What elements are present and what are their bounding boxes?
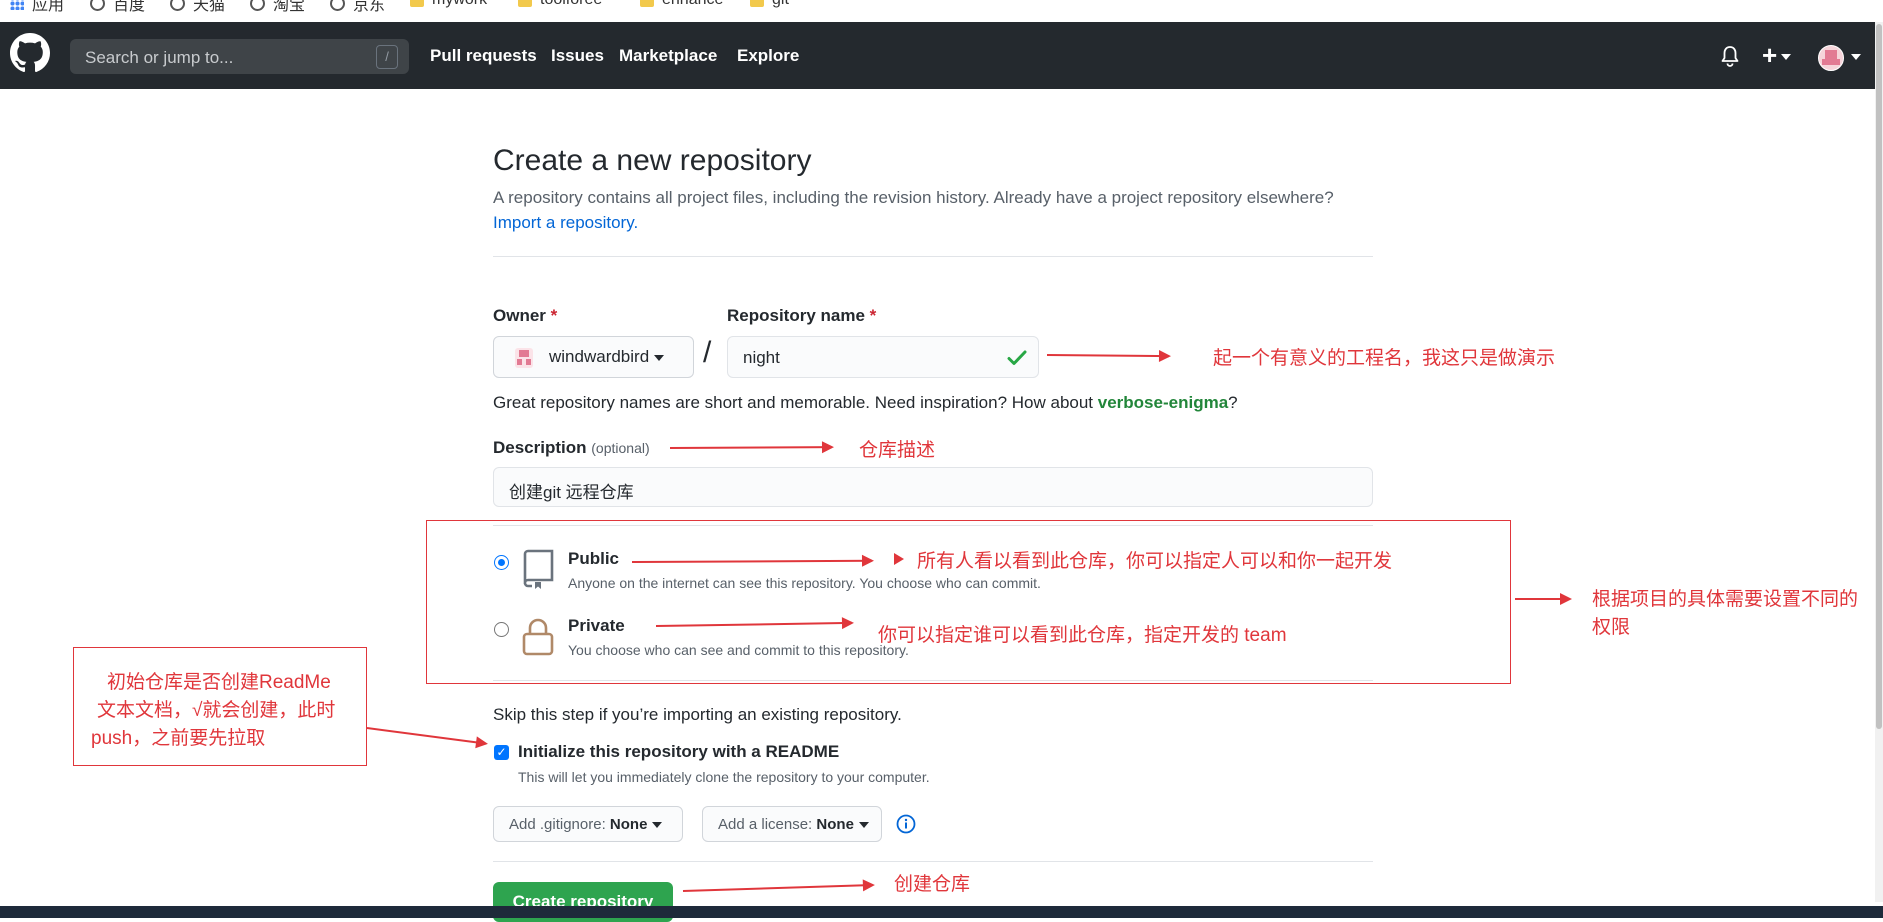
info-icon[interactable] bbox=[896, 814, 916, 834]
annotation-visibility-line1: 根据项目的具体需要设置不同的 bbox=[1592, 589, 1859, 610]
taskbar bbox=[0, 906, 1883, 918]
owner-label: Owner * bbox=[493, 306, 558, 325]
nav-explore[interactable]: Explore bbox=[737, 46, 799, 66]
chevron-down-icon bbox=[858, 822, 869, 829]
folder-icon bbox=[410, 0, 424, 7]
annotation-bullet-icon bbox=[894, 553, 904, 565]
description-label: Description (optional) bbox=[493, 438, 650, 457]
avatar[interactable] bbox=[1818, 45, 1844, 71]
page-title: Create a new repository bbox=[493, 144, 812, 177]
suggested-name-link[interactable]: verbose-enigma bbox=[1098, 393, 1228, 412]
globe-icon bbox=[170, 0, 185, 11]
annotation-create: 创建仓库 bbox=[894, 874, 971, 895]
divider bbox=[493, 256, 1373, 257]
bookmark-enhance[interactable]: enhance bbox=[640, 0, 723, 9]
scrollbar-thumb[interactable] bbox=[1876, 24, 1882, 729]
owner-select[interactable]: windwardbird bbox=[493, 336, 694, 378]
divider bbox=[493, 861, 1373, 862]
nav-marketplace[interactable]: Marketplace bbox=[619, 46, 717, 66]
annotation-visibility-line2: 权限 bbox=[1592, 617, 1631, 638]
bookmark-apps[interactable]: 应用 bbox=[10, 0, 64, 15]
nav-issues[interactable]: Issues bbox=[551, 46, 604, 66]
bookmark-tmall[interactable]: 天猫 bbox=[170, 0, 225, 15]
bookmark-jd[interactable]: 京东 bbox=[330, 0, 385, 15]
folder-icon bbox=[518, 0, 532, 7]
bell-icon[interactable] bbox=[1720, 45, 1740, 67]
annotation-readme-line2: 文本文档，√就会创建，此时 bbox=[97, 700, 336, 721]
plus-icon: + bbox=[1762, 40, 1778, 70]
folder-icon bbox=[750, 0, 764, 7]
readme-checkbox[interactable]: ✓ bbox=[494, 745, 509, 760]
repository-name-value: night bbox=[743, 348, 780, 367]
search-shortcut-badge: / bbox=[376, 45, 398, 69]
github-logo-icon[interactable] bbox=[10, 33, 50, 73]
annotation-arrow bbox=[682, 884, 873, 892]
repo-name-hint: Great repository names are short and mem… bbox=[493, 393, 1238, 412]
nav-pull-requests[interactable]: Pull requests bbox=[430, 46, 537, 66]
gitignore-select[interactable]: Add .gitignore: None bbox=[493, 806, 683, 842]
description-value: 创建git 远程仓库 bbox=[509, 483, 634, 502]
annotation-arrow bbox=[366, 727, 487, 745]
owner-value: windwardbird bbox=[549, 347, 665, 367]
bookmark-taobao[interactable]: 淘宝 bbox=[250, 0, 305, 15]
search-placeholder: Search or jump to... bbox=[85, 48, 234, 67]
folder-icon bbox=[640, 0, 654, 7]
annotation-visibility-box bbox=[426, 520, 1511, 684]
bookmark-toolforee[interactable]: toolforee bbox=[518, 0, 602, 9]
page-subtitle: A repository contains all project files,… bbox=[493, 188, 1334, 207]
bookmarks-bar: 应用 百度 天猫 淘宝 京东 mywork toolforee enhance … bbox=[0, 0, 1883, 22]
annotation-description: 仓库描述 bbox=[859, 440, 936, 461]
apps-icon bbox=[10, 0, 24, 10]
annotation-readme-line1: 初始仓库是否创建ReadMe bbox=[107, 672, 331, 693]
chevron-down-icon bbox=[1781, 54, 1792, 61]
repository-name-input[interactable]: night bbox=[727, 336, 1039, 378]
readme-label[interactable]: Initialize this repository with a README bbox=[518, 742, 839, 762]
annotation-arrow bbox=[1046, 354, 1170, 358]
import-repository-link[interactable]: Import a repository. bbox=[493, 213, 638, 233]
skip-step-text: Skip this step if you’re importing an ex… bbox=[493, 705, 902, 724]
annotation-repo-name: 起一个有意义的工程名，我这只是做演示 bbox=[1213, 348, 1556, 369]
description-input[interactable]: 创建git 远程仓库 bbox=[493, 467, 1373, 507]
annotation-readme-line3: push，之前要先拉取 bbox=[91, 728, 266, 749]
owner-repo-separator: / bbox=[703, 336, 712, 369]
globe-icon bbox=[330, 0, 345, 11]
annotation-arrow bbox=[669, 446, 833, 449]
repo-name-label: Repository name * bbox=[727, 306, 877, 325]
bookmark-git[interactable]: git bbox=[750, 0, 789, 9]
chevron-down-icon bbox=[654, 354, 665, 361]
bookmark-mywork[interactable]: mywork bbox=[410, 0, 487, 9]
readme-description: This will let you immediately clone the … bbox=[518, 769, 930, 785]
owner-avatar bbox=[515, 348, 533, 368]
globe-icon bbox=[90, 0, 105, 11]
check-icon bbox=[1007, 350, 1027, 365]
bookmark-baidu[interactable]: 百度 bbox=[90, 0, 145, 15]
globe-icon bbox=[250, 0, 265, 11]
annotation-private: 你可以指定谁可以看到此仓库，指定开发的 team bbox=[878, 625, 1287, 646]
chevron-down-icon[interactable] bbox=[1851, 54, 1861, 60]
license-select[interactable]: Add a license: None bbox=[702, 806, 882, 842]
annotation-arrow bbox=[1515, 593, 1572, 605]
create-new-button[interactable]: + bbox=[1762, 40, 1792, 71]
annotation-public: 所有人看以看到此仓库，你可以指定人可以和你一起开发 bbox=[917, 551, 1393, 572]
chevron-down-icon bbox=[652, 822, 663, 829]
